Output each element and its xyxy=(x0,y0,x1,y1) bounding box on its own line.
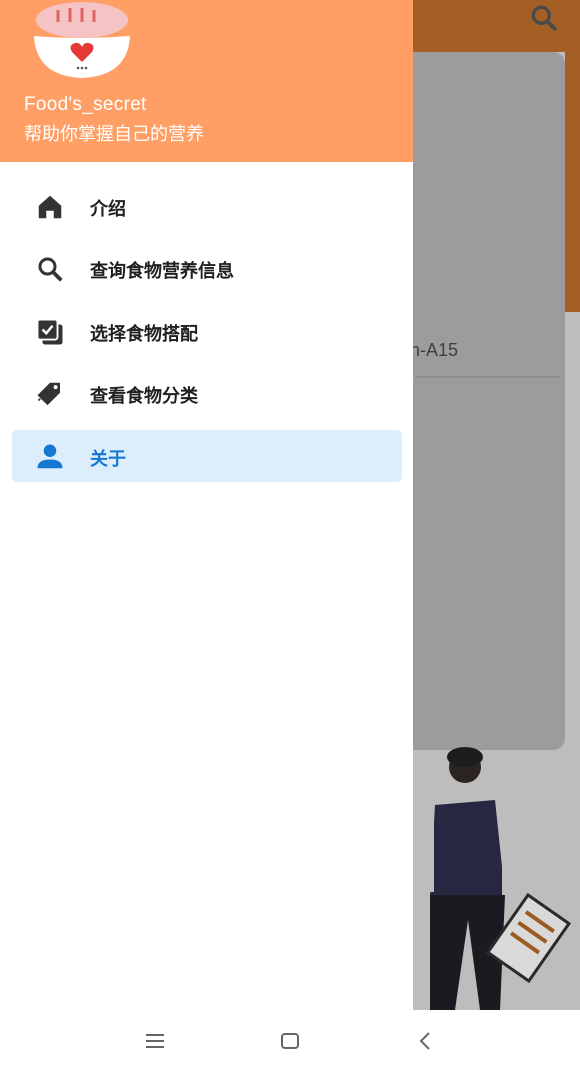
app-name: Food's_secret xyxy=(24,94,147,115)
person-illustration xyxy=(422,747,572,1010)
menu-item-label: 关于 xyxy=(90,449,126,469)
navigation-drawer: Food's_secret 帮助你掌握自己的营养 介绍 查询食物营养信息 选择食… xyxy=(0,0,413,1010)
person-icon xyxy=(37,444,63,469)
background-card xyxy=(395,52,565,750)
home-icon xyxy=(38,195,62,219)
menu-item-label: 查询食物营养信息 xyxy=(90,261,234,281)
home-button-icon[interactable] xyxy=(278,1030,302,1052)
menu-item-about[interactable]: 关于 xyxy=(12,430,402,482)
menu-item-food-category[interactable]: 查看食物分类 xyxy=(12,367,402,419)
drawer-header: Food's_secret 帮助你掌握自己的营养 xyxy=(0,0,413,162)
rice-bowl-logo-icon xyxy=(34,2,130,78)
background-card-text: n-A15 xyxy=(410,340,459,360)
back-icon[interactable] xyxy=(414,1030,438,1052)
menu-item-label: 介绍 xyxy=(90,199,126,219)
checklist-icon xyxy=(36,318,63,345)
menu-item-label: 选择食物搭配 xyxy=(90,324,198,344)
menu-icon[interactable] xyxy=(143,1030,167,1052)
background-divider xyxy=(415,376,560,378)
menu-item-search-nutrition[interactable]: 查询食物营养信息 xyxy=(12,242,402,294)
search-icon xyxy=(38,257,63,282)
menu-item-label: 查看食物分类 xyxy=(90,386,198,406)
menu-item-food-combination[interactable]: 选择食物搭配 xyxy=(12,305,402,357)
menu-item-intro[interactable]: 介绍 xyxy=(12,180,402,232)
system-navigation-bar xyxy=(0,1010,580,1072)
background-app-bar-extension xyxy=(565,52,580,312)
app-subtitle: 帮助你掌握自己的营养 xyxy=(24,124,204,144)
background-search-icon[interactable] xyxy=(528,2,560,34)
tag-icon xyxy=(37,382,60,406)
